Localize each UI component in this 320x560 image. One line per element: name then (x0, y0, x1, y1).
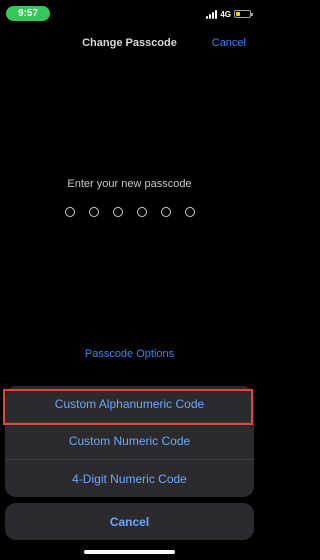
sheet-cancel-button[interactable]: Cancel (5, 503, 254, 540)
passcode-dot (112, 207, 123, 217)
passcode-dot (136, 207, 147, 217)
custom-numeric-option[interactable]: Custom Numeric Code (5, 423, 254, 460)
status-time: 9:57 (6, 6, 50, 21)
battery-level-fill (236, 12, 240, 16)
battery-icon (234, 10, 253, 18)
nav-cancel-button[interactable]: Cancel (212, 37, 246, 49)
home-indicator[interactable] (84, 550, 175, 554)
passcode-options-link[interactable]: Passcode Options (0, 348, 259, 360)
status-indicators: 4G (206, 8, 253, 20)
highlight-box (3, 389, 253, 425)
passcode-dot (64, 207, 75, 217)
passcode-dots (0, 207, 259, 217)
cellular-signal-icon (206, 9, 218, 19)
passcode-prompt: Enter your new passcode (67, 178, 192, 190)
passcode-screen: 9:57 4G Change Passcode Cancel Enter you… (0, 0, 259, 560)
passcode-dot (184, 207, 195, 217)
passcode-dot (160, 207, 171, 217)
network-type: 4G (220, 9, 231, 19)
four-digit-numeric-option[interactable]: 4-Digit Numeric Code (5, 460, 254, 497)
passcode-dot (88, 207, 99, 217)
